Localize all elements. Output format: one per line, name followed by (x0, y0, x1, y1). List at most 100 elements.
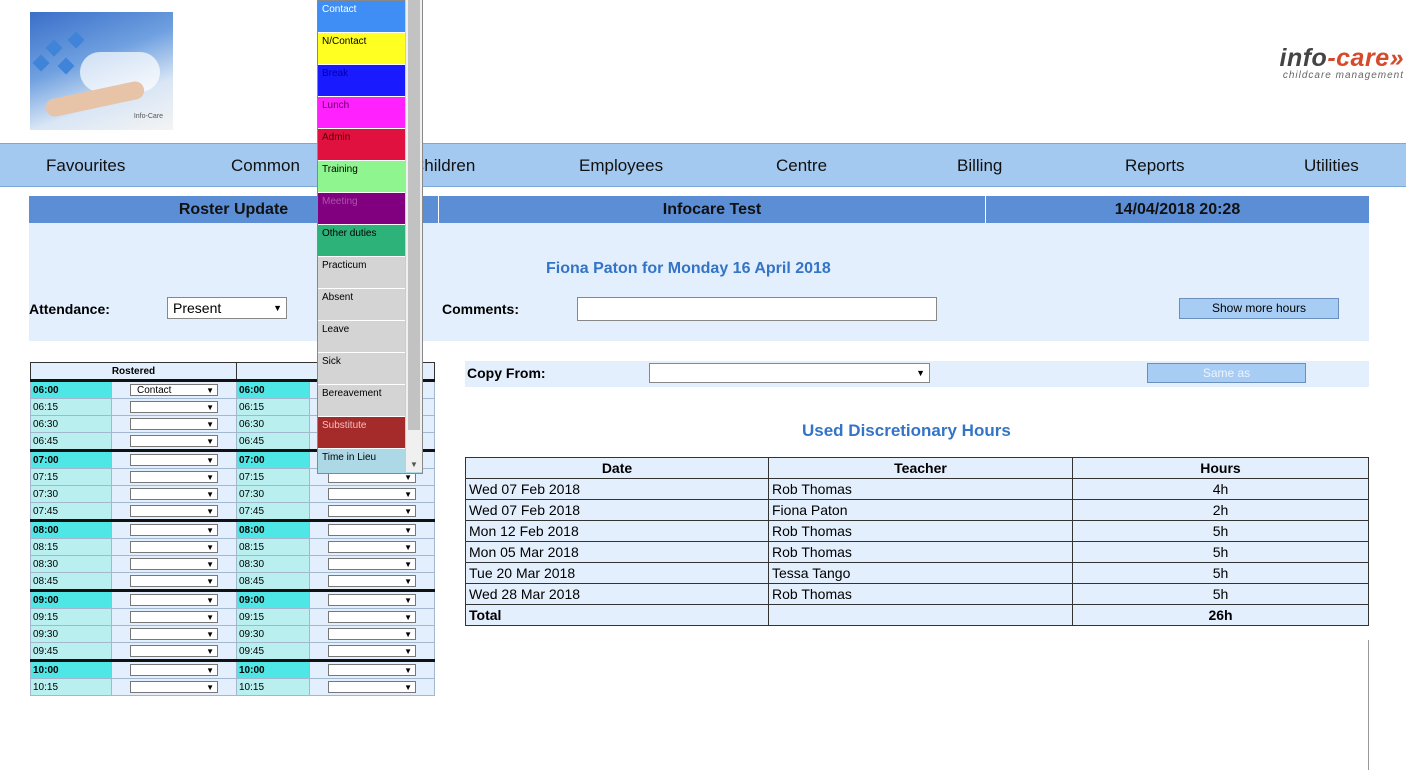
udh-row: Mon 12 Feb 2018 Rob Thomas 5h (465, 520, 1369, 542)
chevron-down-icon: ▼ (206, 526, 214, 535)
udh-row: Wed 07 Feb 2018 Fiona Paton 2h (465, 499, 1369, 521)
chevron-down-icon: ▼ (273, 303, 282, 313)
chevron-down-icon: ▼ (404, 543, 412, 552)
worked-cell: ▼ (309, 502, 435, 521)
worked-select[interactable]: ▼ (328, 664, 416, 676)
show-more-hours-button[interactable]: Show more hours (1179, 298, 1339, 319)
nav-employees[interactable]: Employees (579, 156, 663, 176)
udh-hours: 5h (1072, 583, 1369, 605)
worked-select[interactable]: ▼ (328, 524, 416, 536)
rostered-select[interactable]: ▼ (130, 541, 218, 553)
comments-input[interactable] (577, 297, 937, 321)
nav-centre[interactable]: Centre (776, 156, 827, 176)
chevron-down-icon: ▼ (404, 507, 412, 516)
chevron-down-icon: ▼ (404, 596, 412, 605)
centre-name: Infocare Test (439, 196, 986, 223)
worked-select[interactable]: ▼ (328, 575, 416, 587)
rostered-select[interactable]: ▼ (130, 401, 218, 413)
diamond-icon (57, 57, 75, 75)
roster-time: 09:30 (236, 625, 310, 643)
roster-row: 07:45 ▼ 07:45 ▼ (30, 502, 435, 521)
udh-hours: 5h (1072, 520, 1369, 542)
worked-select[interactable]: ▼ (328, 645, 416, 657)
rostered-select[interactable]: ▼ (130, 488, 218, 500)
roster-time: 07:15 (30, 468, 112, 486)
rostered-select[interactable]: ▼ (130, 435, 218, 447)
rostered-select[interactable]: ▼ (130, 471, 218, 483)
udh-hours: 5h (1072, 562, 1369, 584)
worked-select[interactable]: ▼ (328, 541, 416, 553)
worked-select[interactable]: ▼ (328, 611, 416, 623)
udh-row: Mon 05 Mar 2018 Rob Thomas 5h (465, 541, 1369, 563)
roster-time: 09:15 (30, 608, 112, 626)
copy-from-select[interactable]: ▼ (649, 363, 930, 383)
nav-reports[interactable]: Reports (1125, 156, 1185, 176)
rostered-select[interactable]: ▼ (130, 664, 218, 676)
udh-hours: 4h (1072, 478, 1369, 500)
rostered-select[interactable]: ▼ (130, 681, 218, 693)
nav-common[interactable]: Common (231, 156, 300, 176)
worked-select[interactable]: ▼ (328, 505, 416, 517)
brand-subtitle: childcare management (1282, 70, 1404, 81)
worked-cell: ▼ (309, 572, 435, 591)
chevron-down-icon: ▼ (206, 507, 214, 516)
rostered-select[interactable]: ▼ (130, 505, 218, 517)
worked-select[interactable]: ▼ (328, 488, 416, 500)
rostered-cell: ▼ (111, 485, 237, 503)
chevron-down-icon: ▼ (206, 437, 214, 446)
rostered-select[interactable]: ▼ (130, 628, 218, 640)
roster-time: 06:00 (236, 379, 310, 399)
page-title-bar: Roster Update Infocare Test 14/04/2018 2… (29, 196, 1369, 223)
rostered-cell: ▼ (111, 642, 237, 661)
worked-select[interactable]: ▼ (328, 558, 416, 570)
worked-select[interactable]: ▼ (328, 628, 416, 640)
roster-row: 08:00 ▼ 08:00 ▼ (30, 519, 435, 539)
roster-row: 09:15 ▼ 09:15 ▼ (30, 608, 435, 626)
rostered-select[interactable]: ▼ (130, 558, 218, 570)
rostered-select[interactable]: ▼ (130, 418, 218, 430)
udh-title: Used Discretionary Hours (802, 421, 1011, 440)
attendance-select[interactable]: Present ▼ (167, 297, 287, 319)
attendance-label: Attendance: (29, 301, 110, 317)
chevron-down-icon: ▼ (404, 560, 412, 569)
udh-teacher: Rob Thomas (768, 478, 1073, 500)
diamond-icon (67, 31, 85, 49)
chevron-down-icon: ▼ (404, 577, 412, 586)
worked-select[interactable]: ▼ (328, 681, 416, 693)
nav-favourites[interactable]: Favourites (46, 156, 125, 176)
scroll-down-icon[interactable]: ▼ (410, 460, 418, 469)
scrollbar-thumb[interactable] (408, 0, 420, 430)
rostered-cell: ▼ (111, 572, 237, 591)
rostered-select[interactable]: Contact ▼ (130, 384, 218, 396)
udh-date: Mon 05 Mar 2018 (465, 541, 769, 563)
roster-row: 10:00 ▼ 10:00 ▼ (30, 659, 435, 679)
rostered-select[interactable]: ▼ (130, 645, 218, 657)
roster-time: 09:45 (236, 642, 310, 661)
rostered-cell: Contact ▼ (111, 379, 237, 399)
nav-utilities[interactable]: Utilities (1304, 156, 1359, 176)
udh-teacher: Tessa Tango (768, 562, 1073, 584)
roster-time: 10:15 (30, 678, 112, 696)
brand-name: info-care» (1280, 44, 1405, 73)
worked-select[interactable]: ▼ (328, 594, 416, 606)
rostered-cell: ▼ (111, 555, 237, 573)
rostered-select[interactable]: ▼ (130, 524, 218, 536)
rostered-select[interactable]: ▼ (130, 611, 218, 623)
rostered-select[interactable]: ▼ (130, 575, 218, 587)
udh-teacher: Rob Thomas (768, 583, 1073, 605)
roster-time: 09:00 (236, 589, 310, 609)
roster-row: 10:15 ▼ 10:15 ▼ (30, 678, 435, 696)
roster-time: 07:00 (30, 449, 112, 469)
rostered-cell: ▼ (111, 625, 237, 643)
same-as-button[interactable]: Same as (1147, 363, 1306, 383)
roster-time: 06:45 (30, 432, 112, 451)
logo-caption: Info-Care (133, 113, 163, 120)
chevron-down-icon: ▼ (206, 577, 214, 586)
rostered-select[interactable]: ▼ (130, 594, 218, 606)
copy-from-bar: Copy From: ▼ Same as (465, 361, 1369, 387)
dropdown-scrollbar[interactable]: ▼ (405, 0, 422, 472)
worked-cell: ▼ (309, 555, 435, 573)
roster-time: 09:15 (236, 608, 310, 626)
nav-billing[interactable]: Billing (957, 156, 1002, 176)
rostered-select[interactable]: ▼ (130, 454, 218, 466)
